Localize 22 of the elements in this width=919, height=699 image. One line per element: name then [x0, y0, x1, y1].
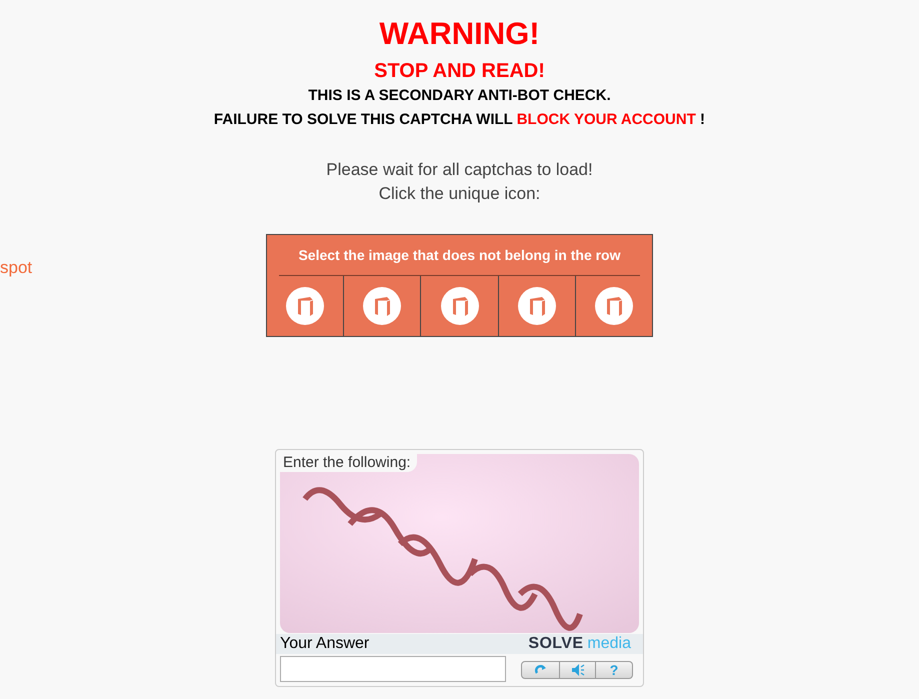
warning-heading: WARNING!	[379, 15, 540, 53]
captcha-prompt: Select the image that does not belong in the row	[279, 235, 640, 276]
box-icon	[440, 287, 478, 325]
help-button[interactable]: ?	[596, 661, 633, 679]
text-link[interactable]: spot	[0, 255, 32, 280]
notice-text: THIS IS A SECONDARY ANTI-BOT CHECK.	[308, 86, 611, 106]
box-icon	[518, 287, 556, 325]
answer-label: Your Answer	[280, 634, 370, 654]
warning-subheading: STOP AND READ!	[374, 59, 545, 84]
speaker-icon	[570, 664, 584, 676]
answer-field[interactable]	[280, 656, 506, 682]
instruction-text: Please wait for all captchas to load!	[326, 159, 593, 181]
box-icon	[594, 287, 633, 325]
audio-button[interactable]	[560, 661, 596, 679]
refresh-icon	[534, 664, 546, 676]
captcha-label: Enter the following:	[280, 454, 417, 472]
box-icon	[363, 287, 402, 325]
refresh-button[interactable]	[521, 661, 560, 679]
brand-logo: SOLVE media	[528, 634, 631, 654]
warning-text: FAILURE TO SOLVE THIS CAPTCHA WILL BLOCK YOUR ACCOUNT !	[214, 110, 706, 130]
instruction-text: Click the unique icon:	[378, 183, 540, 205]
box-icon	[286, 287, 324, 325]
